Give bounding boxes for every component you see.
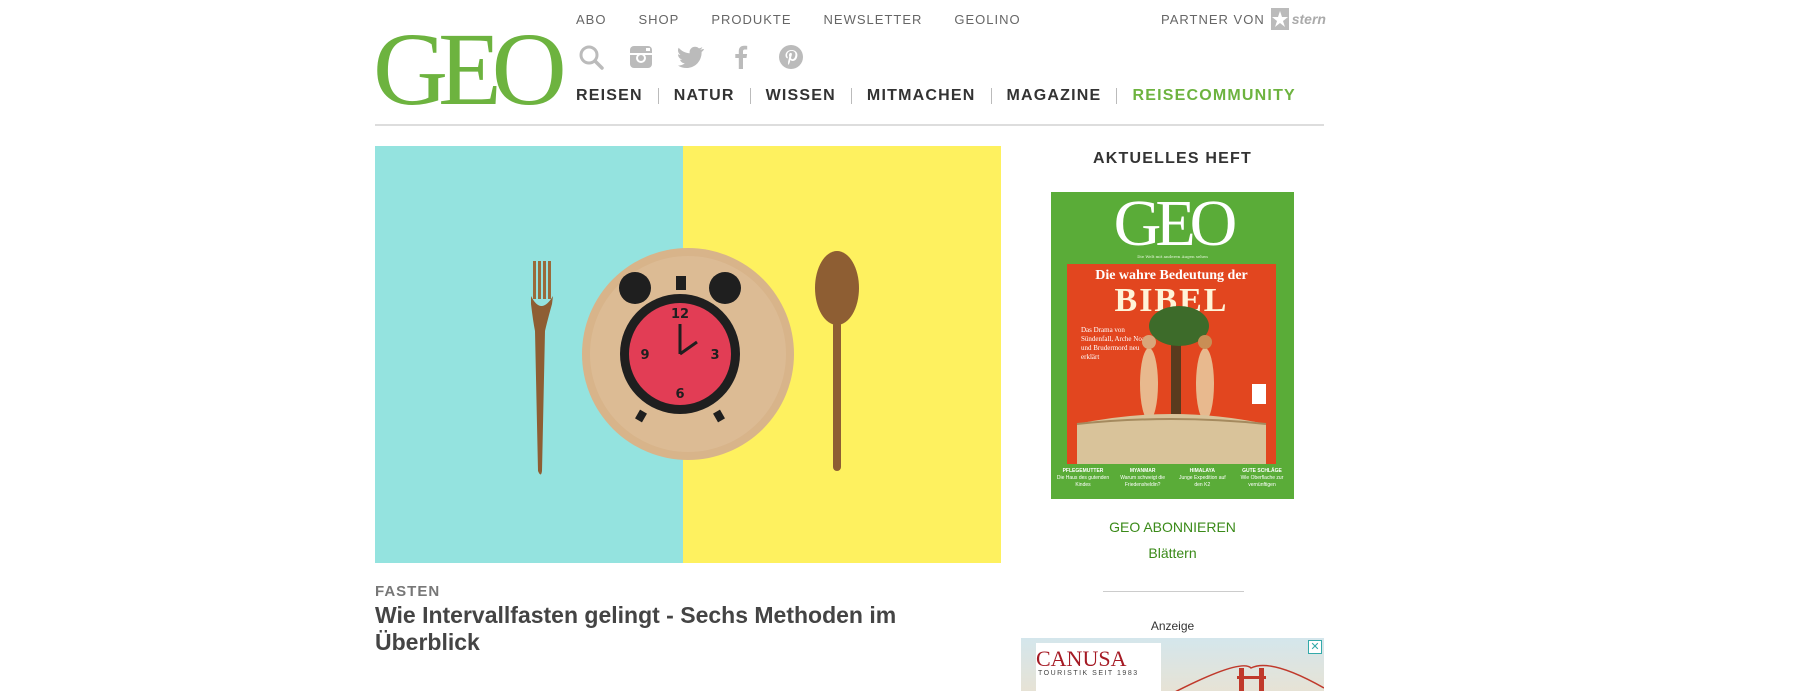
nav-mitmachen[interactable]: MITMACHEN bbox=[850, 88, 991, 104]
cover-footer: PFLEGEMUTTER Die Haus des gutenden Kindes… bbox=[1055, 468, 1290, 489]
search-icon[interactable] bbox=[578, 44, 604, 70]
cover-footer-item: GUTE SCHLÄGE Wie Oberflache zur vernünfti… bbox=[1240, 468, 1284, 488]
cover-footer-item: MYANMAR Warum schweigt die Friedensheldin… bbox=[1120, 468, 1166, 488]
cover-adam-eve-illustration bbox=[1076, 306, 1267, 464]
close-icon[interactable]: ✕ bbox=[1308, 640, 1322, 654]
cover-footer-item: HIMALAYA Junge Expedition auf den K2 bbox=[1178, 468, 1226, 488]
pinterest-icon[interactable] bbox=[778, 44, 804, 70]
topnav-abo-link[interactable]: ABO bbox=[576, 12, 606, 27]
nav-natur[interactable]: NATUR bbox=[657, 88, 750, 104]
header-divider bbox=[375, 124, 1324, 126]
partner-block: PARTNER VON stern bbox=[1161, 8, 1326, 30]
geo-logo[interactable]: GEO bbox=[373, 18, 567, 122]
stern-logo[interactable]: stern bbox=[1270, 8, 1326, 30]
main-navigation: REISEN NATUR WISSEN MITMACHEN MAGAZINE R… bbox=[576, 88, 1311, 104]
nav-reisecommunity[interactable]: REISECOMMUNITY bbox=[1116, 88, 1310, 104]
svg-text:6: 6 bbox=[675, 387, 684, 402]
advertisement-banner[interactable]: CANUSA TOURISTIK SEIT 1983 ✕ bbox=[1021, 638, 1324, 691]
sidebar-divider bbox=[1103, 591, 1244, 592]
ad-label: Anzeige bbox=[1150, 619, 1195, 633]
top-navigation: ABO SHOP PRODUKTE NEWSLETTER GEOLINO bbox=[576, 12, 1053, 27]
cover-footer-item: PFLEGEMUTTER Die Haus des gutenden Kindes bbox=[1056, 468, 1110, 488]
stern-wordmark: stern bbox=[1291, 11, 1326, 27]
subscribe-link[interactable]: GEO ABONNIEREN bbox=[1020, 519, 1325, 535]
hero-illustration: 12 3 6 9 bbox=[531, 248, 859, 475]
cover-logo: GEO bbox=[1113, 192, 1238, 260]
stern-star-icon bbox=[1270, 8, 1289, 30]
fork-icon bbox=[531, 261, 553, 475]
topnav-geolino-link[interactable]: GEOLINO bbox=[954, 12, 1020, 27]
instagram-icon[interactable] bbox=[628, 44, 654, 70]
cover-tagline: Die Welt mit anderen Augen sehen bbox=[1137, 254, 1208, 259]
spoon-icon bbox=[815, 251, 859, 471]
current-issue-title: AKTUELLES HEFT bbox=[1092, 150, 1253, 167]
article-kicker: FASTEN bbox=[375, 583, 441, 600]
facebook-icon[interactable] bbox=[728, 44, 754, 70]
magazine-cover[interactable]: GEO Die Welt mit anderen Augen sehen Die… bbox=[1051, 192, 1294, 499]
partner-label: PARTNER VON bbox=[1161, 11, 1265, 27]
canusa-logo: CANUSA bbox=[1036, 646, 1127, 671]
article-headline[interactable]: Wie Intervallfasten gelingt - Sechs Meth… bbox=[375, 602, 975, 656]
topnav-produkte-link[interactable]: PRODUKTE bbox=[711, 12, 791, 27]
nav-wissen[interactable]: WISSEN bbox=[749, 88, 851, 104]
svg-text:12: 12 bbox=[671, 307, 689, 322]
hero-image[interactable]: 12 3 6 9 bbox=[375, 146, 1001, 563]
topnav-shop-link[interactable]: SHOP bbox=[638, 12, 679, 27]
svg-text:9: 9 bbox=[640, 348, 649, 363]
svg-text:3: 3 bbox=[710, 348, 719, 363]
cover-artwork: Die wahre Bedeutung der BIBEL Das Drama … bbox=[1067, 264, 1276, 464]
social-icons bbox=[578, 44, 804, 70]
nav-magazine[interactable]: MAGAZINE bbox=[990, 88, 1117, 104]
canusa-logo-subtitle: TOURISTIK SEIT 1983 bbox=[1038, 670, 1139, 677]
twitter-icon[interactable] bbox=[678, 44, 704, 70]
nav-reisen[interactable]: REISEN bbox=[576, 88, 658, 104]
topnav-newsletter-link[interactable]: NEWSLETTER bbox=[824, 12, 923, 27]
browse-link[interactable]: Blättern bbox=[1020, 545, 1325, 561]
